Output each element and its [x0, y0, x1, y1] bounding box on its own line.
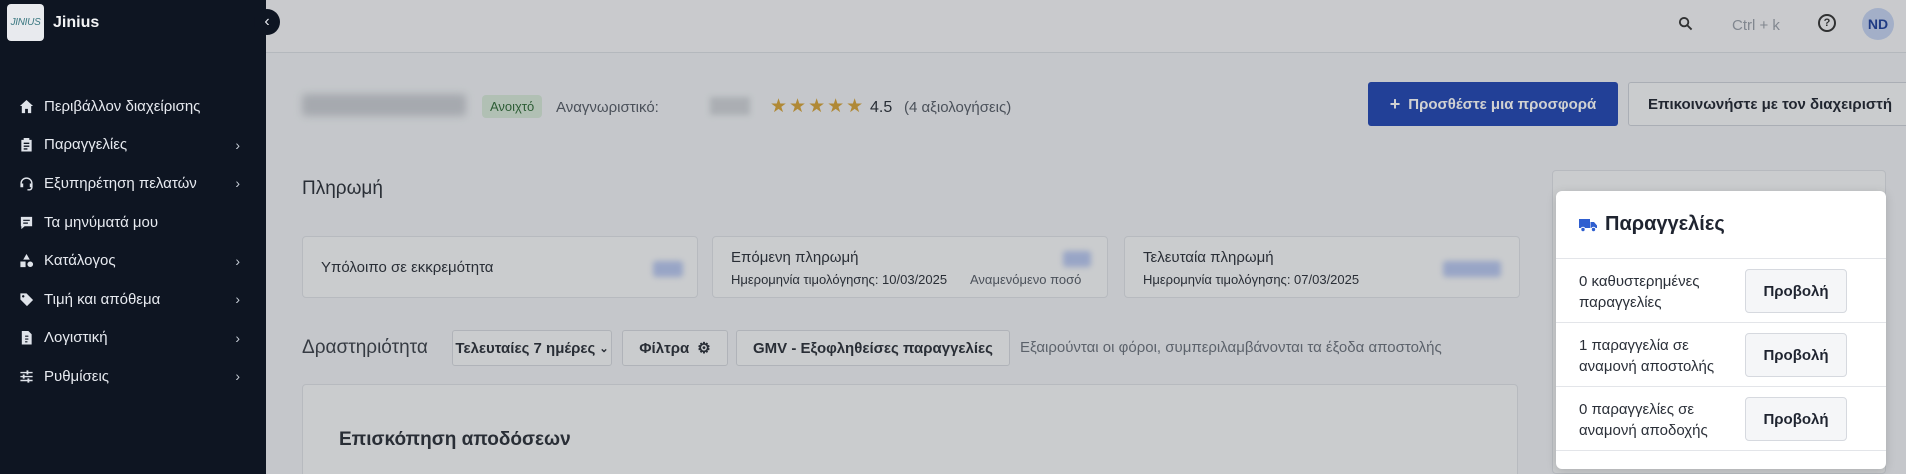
chevron-right-icon: › [235, 136, 240, 153]
amount-redacted [1063, 251, 1091, 267]
truck-icon [1579, 218, 1597, 232]
rating-stars: ★★★★★ [770, 96, 866, 117]
chevron-right-icon: › [235, 175, 240, 192]
view-pending-acceptance-button[interactable]: Προβολή [1745, 397, 1847, 441]
pay-card-date: Ημερομηνία τιμολόγησης: 07/03/2025 [1143, 272, 1360, 287]
amount-redacted [653, 261, 683, 277]
view-pending-shipment-button[interactable]: Προβολή [1745, 333, 1847, 377]
shop-id-label: Αναγνωριστικό: [556, 99, 659, 116]
app-name: Jinius [53, 13, 100, 31]
status-badge: Ανοιχτό [482, 95, 543, 118]
expected-amount-label: Αναμενόμενο ποσό [970, 272, 1082, 287]
pay-card-title: Τελευταία πληρωμή [1143, 249, 1274, 266]
add-offer-button[interactable]: + Προσθέστε μια προσφορά [1368, 82, 1618, 126]
activity-section-title: Δραστηριότητα [302, 337, 428, 358]
headset-icon [18, 175, 34, 191]
contact-manager-button[interactable]: Επικοινωνήστε με τον διαχειριστή [1628, 82, 1906, 126]
orders-panel: Παραγγελίες 0 καθυστερημένες παραγγελίες… [1556, 191, 1886, 469]
order-count-text: 0 καθυστερημένες παραγγελίες [1579, 273, 1700, 311]
logo-text: JINIUS [10, 17, 41, 28]
pay-card-title: Επόμενη πληρωμή [731, 249, 859, 266]
help-icon[interactable]: ? [1818, 14, 1836, 32]
sidebar-item-messages[interactable]: Τα μηνύματά μου [0, 203, 266, 242]
plus-icon: + [1389, 93, 1401, 114]
order-count-text: 1 παραγγελία σε αναμονή αποστολής [1579, 337, 1715, 375]
sidebar-item-customer-service[interactable]: Εξυπηρέτηση πελατών › [0, 164, 266, 203]
message-icon [18, 214, 34, 230]
period-select[interactable]: Τελευταίες 7 ημέρες ⌄ [452, 330, 612, 366]
list-item: 1 παραγγελία σε αναμονή αποστολής Προβολ… [1556, 323, 1886, 387]
sidebar-item-label: Ρυθμίσεις [44, 367, 110, 385]
filters-label: Φίλτρα [639, 339, 690, 357]
shop-id-redacted [710, 97, 750, 115]
list-item: 0 παραγγελίες σε αναμονή αποδοχής Προβολ… [1556, 387, 1886, 451]
pay-card-title: Υπόλοιπο σε εκκρεμότητα [321, 259, 494, 276]
chevron-right-icon: › [235, 368, 240, 385]
sidebar-nav: Περιβάλλον διαχείρισης Παραγγελίες › Εξυ… [0, 87, 266, 396]
rating-value: 4.5 [870, 99, 893, 116]
performance-card: Επισκόπηση αποδόσεων [302, 384, 1518, 474]
search-box[interactable]: Ctrl + k [1678, 10, 1878, 40]
clipboard-icon [18, 137, 34, 153]
pay-card-date: Ημερομηνία τιμολόγησης: 10/03/2025 [731, 272, 948, 287]
home-icon [18, 98, 34, 114]
sliders-icon [18, 368, 34, 384]
view-late-orders-button[interactable]: Προβολή [1745, 269, 1847, 313]
amount-redacted [1443, 261, 1501, 277]
gear-icon: ⚙ [697, 340, 711, 357]
tag-icon [18, 291, 34, 307]
orders-panel-title: Παραγγελίες [1605, 213, 1725, 235]
sidebar: JINIUS Jinius Περιβάλλον διαχείρισης Παρ… [0, 0, 266, 474]
shop-header: Ανοιχτό Αναγνωριστικό: ★★★★★ 4.5 (4 αξιο… [302, 82, 1906, 128]
orders-panel-header: Παραγγελίες [1556, 191, 1886, 259]
shapes-icon [18, 253, 34, 269]
sidebar-item-settings[interactable]: Ρυθμίσεις › [0, 357, 266, 396]
search-icon [1678, 16, 1702, 35]
chevron-down-icon: ⌄ [599, 342, 609, 355]
sidebar-item-dashboard[interactable]: Περιβάλλον διαχείρισης [0, 87, 266, 126]
sidebar-item-label: Τιμή και απόθεμα [44, 290, 161, 308]
metric-select[interactable]: GMV - Εξοφληθείσες παραγγελίες [736, 330, 1010, 366]
sidebar-item-label: Παραγγελίες [44, 136, 128, 154]
chevron-right-icon: › [235, 291, 240, 308]
list-item: 0 καθυστερημένες παραγγελίες Προβολή [1556, 259, 1886, 323]
sidebar-item-catalog[interactable]: Κατάλογος › [0, 241, 266, 280]
app-logo: JINIUS [7, 4, 44, 41]
invoice-icon [18, 330, 34, 346]
last-payment-card: Τελευταία πληρωμή Ημερομηνία τιμολόγησης… [1124, 236, 1520, 298]
search-placeholder: Ctrl + k [1732, 16, 1780, 34]
chevron-right-icon: › [235, 252, 240, 269]
collapse-sidebar-button[interactable]: ‹ [254, 9, 280, 35]
chevron-right-icon: › [235, 329, 240, 346]
sidebar-item-orders[interactable]: Παραγγελίες › [0, 126, 266, 165]
filters-button[interactable]: Φίλτρα ⚙ [622, 330, 728, 366]
order-count-text: 0 παραγγελίες σε αναμονή αποδοχής [1579, 401, 1708, 439]
add-offer-label: Προσθέστε μια προσφορά [1408, 95, 1597, 113]
sidebar-item-label: Λογιστική [44, 329, 108, 347]
brand[interactable]: JINIUS Jinius [0, 0, 266, 45]
top-bar: Ctrl + k ? ND [266, 0, 1906, 53]
activity-note: Εξαιρούνται οι φόροι, συμπεριλαμβάνονται… [1020, 339, 1442, 356]
chevron-left-icon: ‹ [264, 13, 270, 30]
sidebar-item-label: Εξυπηρέτηση πελατών [44, 174, 197, 192]
avatar[interactable]: ND [1862, 8, 1894, 40]
next-payment-card: Επόμενη πληρωμή Ημερομηνία τιμολόγησης: … [712, 236, 1108, 298]
activity-toolbar: Δραστηριότητα Τελευταίες 7 ημέρες ⌄ Φίλτρ… [302, 330, 1602, 366]
sidebar-item-price-stock[interactable]: Τιμή και απόθεμα › [0, 280, 266, 319]
sidebar-item-label: Τα μηνύματά μου [44, 213, 159, 231]
sidebar-item-label: Κατάλογος [44, 252, 116, 270]
sidebar-item-label: Περιβάλλον διαχείρισης [44, 97, 201, 115]
review-count[interactable]: (4 αξιολογήσεις) [904, 99, 1011, 116]
payment-section-title: Πληρωμή [302, 178, 383, 199]
pending-balance-card: Υπόλοιπο σε εκκρεμότητα [302, 236, 698, 298]
shop-name-redacted [302, 94, 466, 116]
period-label: Τελευταίες 7 ημέρες [455, 339, 596, 357]
sidebar-item-accounting[interactable]: Λογιστική › [0, 319, 266, 358]
performance-title: Επισκόπηση αποδόσεων [339, 429, 571, 450]
